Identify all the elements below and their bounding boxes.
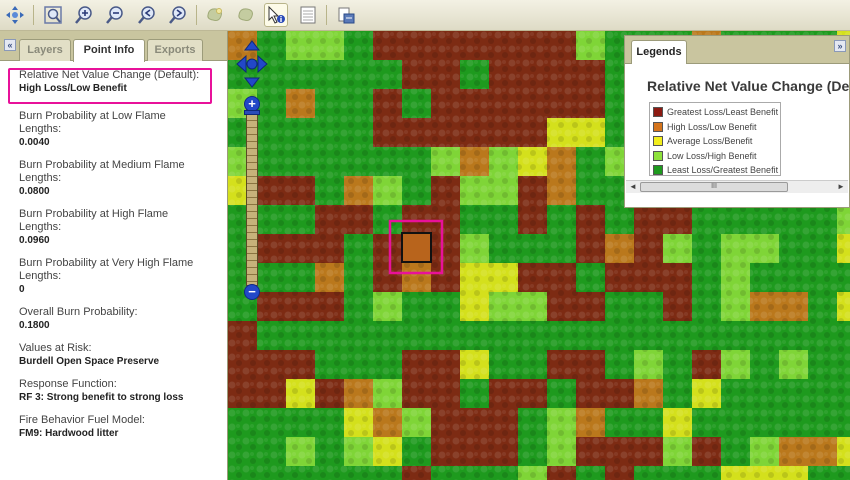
selected-cell[interactable]: [401, 232, 432, 263]
pan-down-icon[interactable]: [243, 77, 261, 88]
tab-layers[interactable]: Layers: [19, 39, 71, 61]
scroll-thumb[interactable]: III: [640, 182, 788, 192]
info-item: Burn Probability at Low Flame Lengths: 0…: [19, 110, 227, 150]
expand-legend-button[interactable]: »: [834, 40, 846, 52]
zoom-in-icon[interactable]: [72, 3, 96, 27]
info-item: Values at Risk: Burdell Open Space Prese…: [19, 342, 227, 369]
info-item: Burn Probability at Very High Flame Leng…: [19, 257, 227, 297]
info-label: Values at Risk:: [19, 342, 92, 354]
info-label: Overall Burn Probability:: [19, 306, 138, 318]
pan-left-icon[interactable]: [236, 54, 247, 74]
legend-swatch: [653, 136, 663, 147]
scroll-left-icon[interactable]: ◄: [627, 181, 639, 193]
map-toolbar: [0, 0, 850, 31]
pan-control[interactable]: [236, 40, 268, 88]
table-icon[interactable]: [296, 3, 320, 27]
toolbar-separator: [196, 5, 197, 25]
legend-swatch: [653, 121, 663, 132]
zoom-previous-icon[interactable]: [135, 3, 159, 27]
tab-exports[interactable]: Exports: [147, 39, 203, 61]
legend-tabstrip: Legends »: [625, 36, 849, 64]
legend-items: Greatest Loss/Least Benefit High Loss/Lo…: [649, 102, 781, 176]
legend-label: High Loss/Low Benefit: [667, 121, 757, 132]
legend-item: Low Loss/High Benefit: [653, 149, 777, 164]
toolbar-separator: [33, 5, 34, 25]
legend-item: Greatest Loss/Least Benefit: [653, 105, 779, 120]
info-label: Response Function:: [19, 378, 117, 390]
legend-item: High Loss/Low Benefit: [653, 120, 777, 135]
zoom-out-button[interactable]: −: [244, 284, 260, 300]
legend-swatch: [653, 150, 663, 161]
pan-right-icon[interactable]: [257, 54, 268, 74]
zoom-next-icon[interactable]: [166, 3, 190, 27]
pan-icon[interactable]: [3, 3, 27, 27]
info-label: Fire Behavior Fuel Model:: [19, 414, 145, 426]
side-panel: « Layers Point Info Exports Relative Net…: [0, 31, 228, 480]
select-area-icon[interactable]: [203, 3, 227, 27]
legend-body: Relative Net Value Change (De Greatest L…: [625, 64, 849, 194]
legend-label: Least Loss/Greatest Benefit: [667, 165, 779, 176]
info-value: RF 3: Strong benefit to strong loss: [19, 392, 184, 403]
highlight-box: [8, 68, 212, 104]
legend-label: Greatest Loss/Least Benefit: [667, 107, 779, 118]
zoom-thumb[interactable]: [244, 110, 260, 115]
legend-panel: Legends » Relative Net Value Change (De …: [624, 35, 850, 208]
zoom-extent-icon[interactable]: [41, 3, 65, 27]
legend-scrollbar[interactable]: ◄ III ►: [626, 180, 848, 193]
info-label: Burn Probability at Very High Flame Leng…: [19, 257, 194, 282]
tab-legends[interactable]: Legends: [631, 40, 687, 64]
info-label: Burn Probability at High Flame Lengths:: [19, 208, 169, 233]
legend-label: Low Loss/High Benefit: [667, 150, 757, 161]
info-label: Burn Probability at Low Flame Lengths:: [19, 110, 166, 135]
legend-swatch: [653, 107, 663, 118]
info-value: 0.0040: [19, 137, 50, 148]
identify-icon[interactable]: [264, 3, 288, 27]
panel-tabstrip: « Layers Point Info Exports: [0, 31, 227, 62]
legend-item: Average Loss/Benefit: [653, 134, 777, 149]
legend-swatch: [653, 165, 663, 176]
collapse-panel-button[interactable]: «: [4, 39, 16, 51]
clear-selection-icon[interactable]: [234, 3, 258, 27]
toolbar-separator: [326, 5, 327, 25]
info-value: 0: [19, 284, 25, 295]
legend-item: Least Loss/Greatest Benefit: [653, 163, 779, 178]
scroll-right-icon[interactable]: ►: [835, 181, 847, 193]
point-info-list: Relative Net Value Change (Default): Hig…: [0, 61, 227, 441]
legend-title: Relative Net Value Change (De: [647, 78, 849, 94]
tab-point-info[interactable]: Point Info: [73, 39, 145, 62]
info-item: Burn Probability at High Flame Lengths: …: [19, 208, 227, 248]
info-value: Burdell Open Space Preserve: [19, 356, 160, 367]
zoom-out-icon[interactable]: [103, 3, 127, 27]
info-item: Overall Burn Probability: 0.1800: [19, 306, 227, 333]
info-item: Response Function: RF 3: Strong benefit …: [19, 378, 227, 405]
info-item: Burn Probability at Medium Flame Lengths…: [19, 159, 227, 199]
export-icon[interactable]: [334, 3, 358, 27]
info-label: Burn Probability at Medium Flame Lengths…: [19, 159, 185, 184]
pan-up-icon[interactable]: [243, 40, 261, 51]
info-value: 0.0800: [19, 186, 50, 197]
info-item: Fire Behavior Fuel Model: FM9: Hardwood …: [19, 414, 227, 441]
zoom-slider[interactable]: + −: [244, 96, 260, 300]
legend-label: Average Loss/Benefit: [667, 136, 753, 147]
info-value: 0.0960: [19, 235, 50, 246]
zoom-track[interactable]: [246, 106, 258, 286]
info-value: 0.1800: [19, 320, 50, 331]
info-value: FM9: Hardwood litter: [19, 428, 119, 439]
